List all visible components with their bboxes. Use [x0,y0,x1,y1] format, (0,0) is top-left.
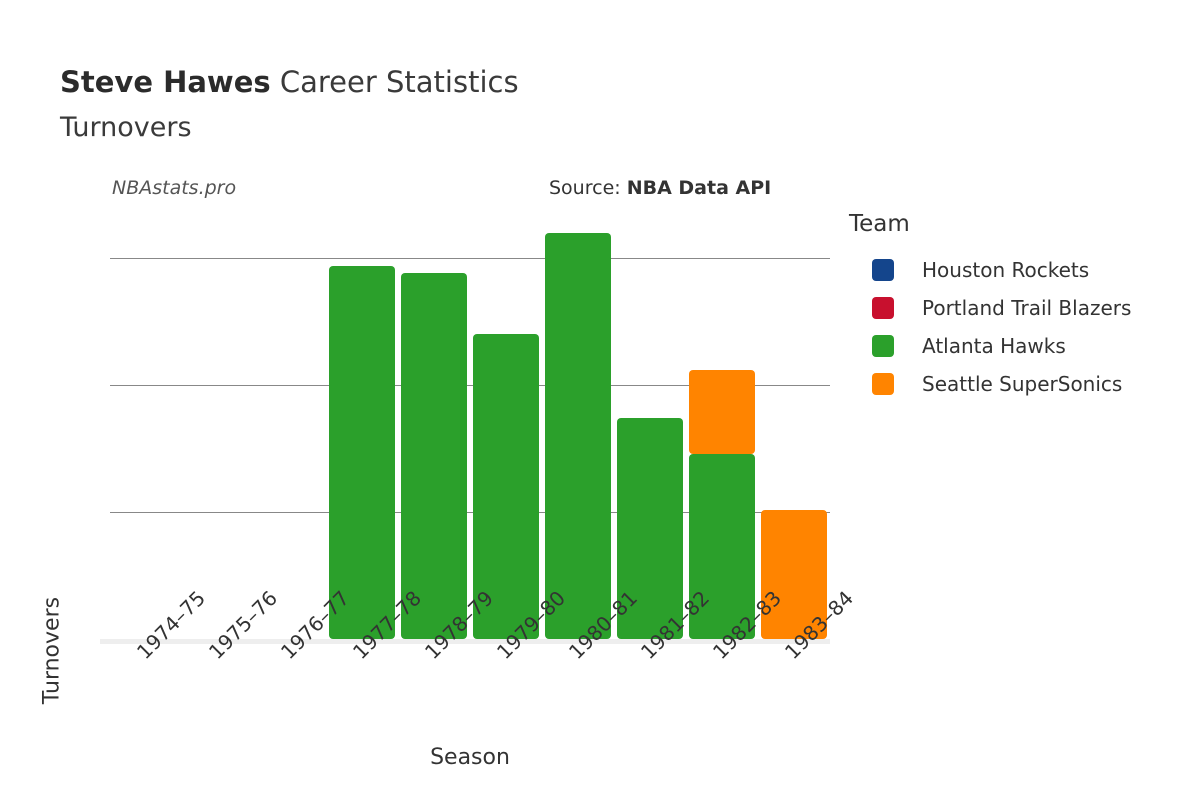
legend-item-label: Houston Rockets [922,258,1090,282]
legend-item[interactable]: Seattle SuperSonics [849,365,1189,403]
x-axis-label: Season [430,745,510,770]
bar-segment[interactable] [329,265,395,639]
plot-area [100,220,830,644]
bar-segment[interactable] [401,273,467,639]
player-name: Steve Hawes [60,65,271,99]
y-axis-label: Turnovers [39,596,65,705]
legend-swatch-icon [872,373,894,395]
legend-item[interactable]: Portland Trail Blazers [849,289,1189,327]
bar-column[interactable] [614,220,686,639]
bar-group [110,220,830,639]
bar-column[interactable] [542,220,614,639]
legend-item[interactable]: Houston Rockets [849,251,1189,289]
bar-column[interactable] [110,220,182,639]
legend-item[interactable]: Atlanta Hawks [849,327,1189,365]
bar-column[interactable] [254,220,326,639]
legend-item-label: Portland Trail Blazers [922,296,1132,320]
bar-segment[interactable] [545,232,611,639]
bar-segment[interactable] [689,369,755,454]
legend: Team Houston Rockets Portland Trail Blaze… [849,211,1189,403]
watermark: NBAstats.pro [112,177,237,199]
page-title: Steve Hawes Career Statistics [60,68,519,97]
source-attribution: Source: NBA Data API [549,177,771,199]
legend-swatch-icon [872,335,894,357]
bar-column[interactable] [470,220,542,639]
legend-item-label: Atlanta Hawks [922,334,1066,358]
legend-item-label: Seattle SuperSonics [922,372,1123,396]
source-label: Source: [549,177,627,199]
x-axis-ticks: 1974–75 1975–76 1976–77 1977–78 1978–79 1979–… [110,586,858,739]
legend-swatch-icon [872,297,894,319]
legend-items: Houston Rockets Portland Trail Blazers Atl… [849,251,1189,403]
title-suffix: Career Statistics [270,65,519,99]
legend-swatch-icon [872,259,894,281]
legend-title: Team [849,211,910,237]
bar-column[interactable] [758,220,830,639]
bar-column[interactable] [398,220,470,639]
stat-name-subtitle: Turnovers [60,112,192,143]
source-value: NBA Data API [626,177,772,199]
bar-column[interactable] [686,220,758,639]
bar-column[interactable] [182,220,254,639]
bar-column[interactable] [326,220,398,639]
chart-container: Steve Hawes Career Statistics Turnovers … [0,0,1200,800]
